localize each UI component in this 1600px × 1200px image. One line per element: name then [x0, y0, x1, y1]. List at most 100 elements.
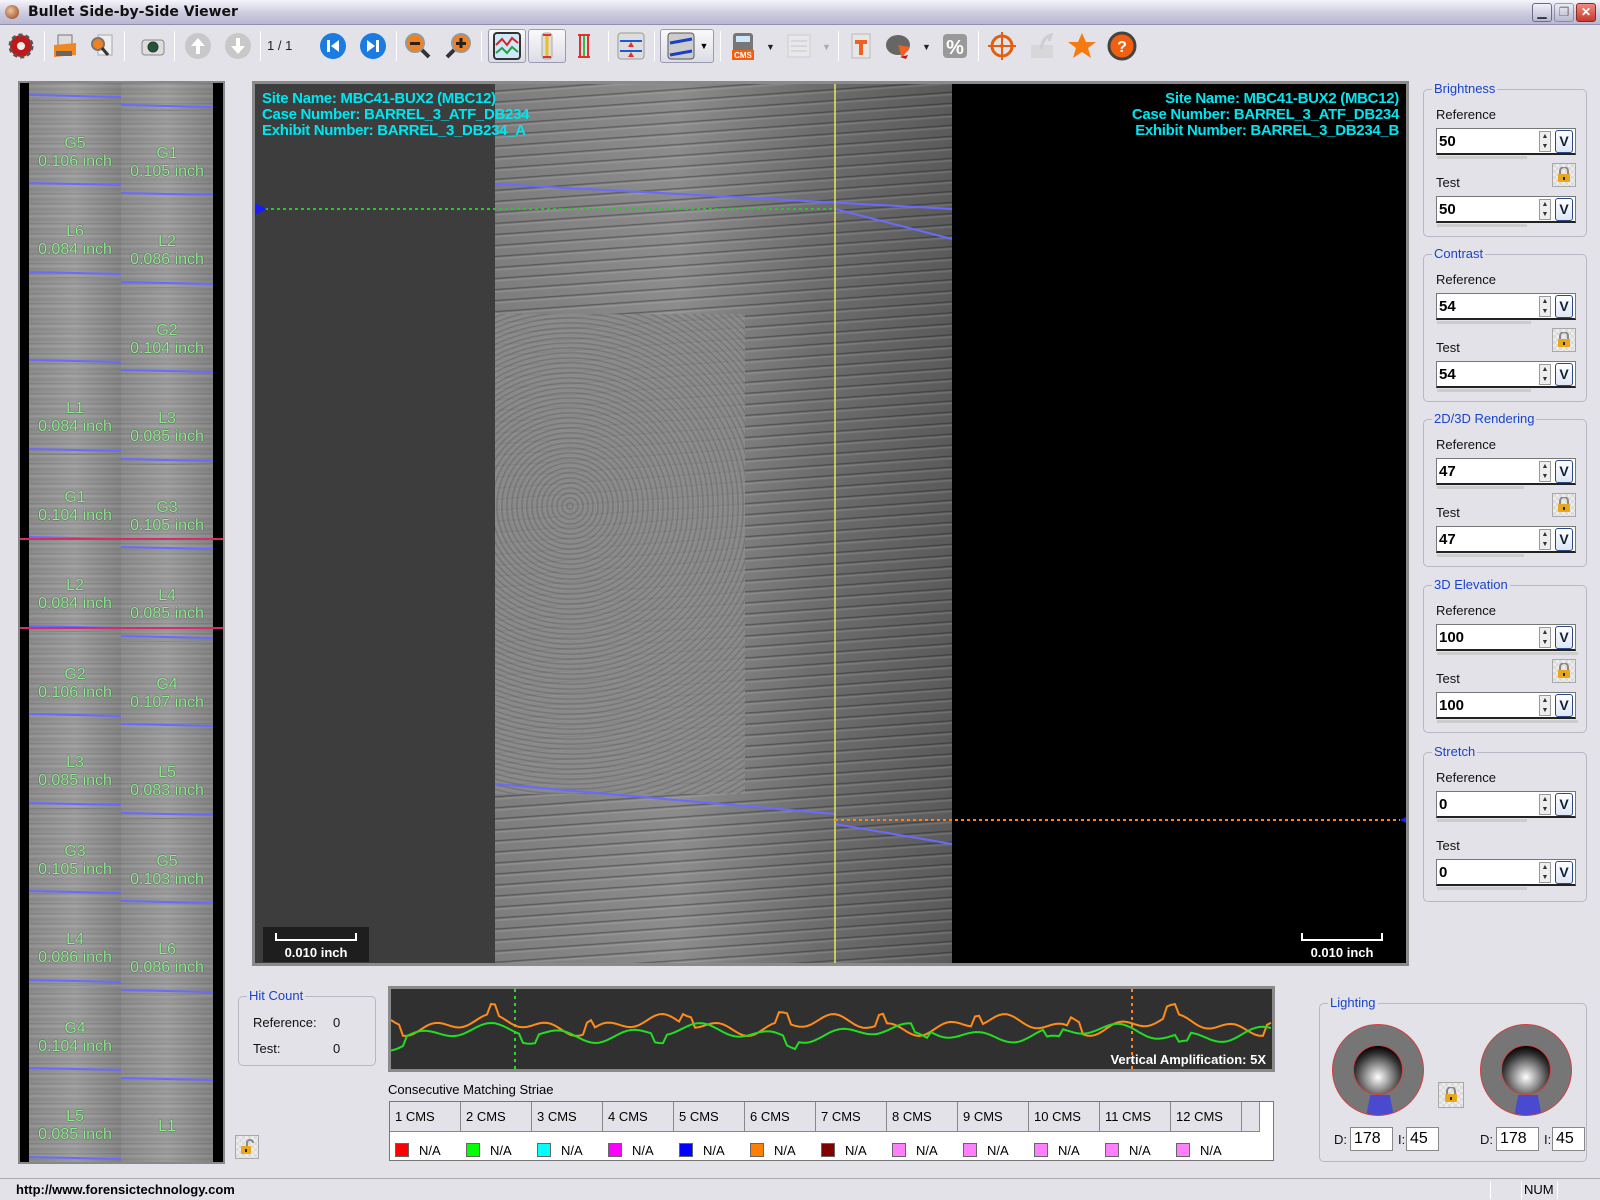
last-page-button[interactable]	[356, 29, 390, 63]
spin-arrows-icon[interactable]: ▲ ▼	[1539, 364, 1551, 385]
cms-column-header[interactable]: 3 CMS	[532, 1102, 603, 1132]
lighting-lock-button[interactable]	[1438, 1082, 1464, 1108]
lines-dropdown-icon[interactable]: ▼	[700, 41, 709, 51]
reference-land-thumbnail[interactable]: L5 0.085 inch	[29, 1074, 121, 1162]
brightness-test-value[interactable]: 50	[1439, 201, 1456, 218]
stretch-test-dropdown-button[interactable]: V	[1555, 861, 1573, 884]
spin-arrows-icon[interactable]: ▲ ▼	[1539, 862, 1551, 883]
single-cursor-toggle[interactable]	[528, 29, 566, 63]
2d-3d-rendering-reference-value[interactable]: 47	[1439, 463, 1456, 480]
thumbnail-lock-button[interactable]	[235, 1135, 259, 1159]
close-button[interactable]: ✕	[1576, 3, 1596, 22]
2d-3d-rendering-lock-button[interactable]	[1552, 493, 1576, 517]
reference-profile-marker-handle[interactable]	[255, 203, 267, 215]
lines-button[interactable]: ▼	[660, 29, 714, 63]
favorite-button[interactable]	[1065, 29, 1099, 63]
cms-color-swatch[interactable]	[1105, 1143, 1119, 1157]
reference-land-thumbnail[interactable]: L2 0.084 inch	[29, 543, 121, 632]
2d-3d-rendering-reference-dropdown-button[interactable]: V	[1555, 460, 1573, 483]
brightness-test-dropdown-button[interactable]: V	[1555, 198, 1573, 221]
cms-column-header[interactable]: 11 CMS	[1100, 1102, 1171, 1132]
settings-button[interactable]	[4, 29, 38, 63]
striae-profile-graph[interactable]: Vertical Amplification: 5X	[388, 986, 1275, 1072]
double-cursor-toggle[interactable]	[568, 29, 602, 63]
contrast-test-dropdown-button[interactable]: V	[1555, 363, 1573, 386]
spin-arrows-icon[interactable]: ▲ ▼	[1539, 529, 1551, 550]
stretch-reference-dropdown-button[interactable]: V	[1555, 793, 1573, 816]
test-land-thumbnail[interactable]: G5 0.103 inch	[121, 818, 213, 908]
test-land-thumbnail[interactable]: L1	[121, 1084, 213, 1162]
cms-color-swatch[interactable]	[537, 1143, 551, 1157]
2d-3d-rendering-test-spinner[interactable]: 47 ▲ ▼ V	[1436, 526, 1576, 557]
3d-elevation-reference-spinner[interactable]: 100 ▲ ▼ V	[1436, 624, 1578, 655]
brightness-reference-spinner[interactable]: 50 ▲ ▼ V	[1436, 128, 1576, 159]
comparison-viewer[interactable]: Site Name: MBC41-BUX2 (MBC12) Case Numbe…	[252, 81, 1409, 966]
print-preview-button[interactable]	[84, 29, 118, 63]
test-light-direction[interactable]	[1514, 1095, 1542, 1115]
reference-intensity-input[interactable]: 45	[1406, 1127, 1439, 1151]
notes-dropdown-icon[interactable]: ▼	[822, 42, 831, 52]
brightness-reference-value[interactable]: 50	[1439, 133, 1456, 150]
align-button[interactable]	[614, 29, 648, 63]
spin-arrows-icon[interactable]: ▲ ▼	[1539, 199, 1551, 220]
cms-color-swatch[interactable]	[1034, 1143, 1048, 1157]
cms-color-swatch[interactable]	[963, 1143, 977, 1157]
3d-elevation-test-value[interactable]: 100	[1439, 697, 1464, 714]
reference-land-thumbnail[interactable]: G4 0.104 inch	[29, 985, 121, 1075]
cms-color-swatch[interactable]	[466, 1143, 480, 1157]
spin-arrows-icon[interactable]: ▲ ▼	[1539, 461, 1551, 482]
cms-column-header[interactable]: 5 CMS	[674, 1102, 745, 1132]
reference-land-thumbnail[interactable]: L3 0.085 inch	[29, 720, 121, 809]
cms-color-swatch[interactable]	[1176, 1143, 1190, 1157]
cms-column-header[interactable]: 8 CMS	[887, 1102, 958, 1132]
profile-graph-toggle[interactable]	[488, 29, 526, 63]
2d-3d-rendering-test-dropdown-button[interactable]: V	[1555, 528, 1573, 551]
cms-column-header[interactable]: 9 CMS	[958, 1102, 1029, 1132]
notes-button[interactable]	[782, 29, 816, 63]
contrast-test-spinner[interactable]: 54 ▲ ▼ V	[1436, 361, 1576, 392]
3d-elevation-lock-button[interactable]	[1552, 659, 1576, 683]
brightness-test-slider[interactable]	[1437, 224, 1527, 227]
stretch-test-value[interactable]: 0	[1439, 864, 1447, 881]
contrast-reference-value[interactable]: 54	[1439, 298, 1456, 315]
spin-arrows-icon[interactable]: ▲ ▼	[1539, 695, 1551, 716]
brightness-lock-button[interactable]	[1552, 163, 1576, 187]
3d-elevation-reference-slider[interactable]	[1437, 652, 1578, 655]
reference-land-thumbnail[interactable]: G1 0.104 inch	[29, 454, 121, 544]
previous-button[interactable]	[181, 29, 215, 63]
stretch-reference-spinner[interactable]: 0 ▲ ▼ V	[1436, 791, 1576, 822]
cms-column-header[interactable]: 10 CMS	[1029, 1102, 1100, 1132]
spin-arrows-icon[interactable]: ▲ ▼	[1539, 627, 1551, 648]
stretch-test-slider[interactable]	[1437, 887, 1527, 890]
test-land-thumbnail[interactable]: L6 0.086 inch	[121, 907, 213, 996]
spin-arrows-icon[interactable]: ▲ ▼	[1539, 794, 1551, 815]
test-land-thumbnail[interactable]: L2 0.086 inch	[121, 199, 213, 288]
2d-3d-rendering-reference-slider[interactable]	[1437, 486, 1524, 489]
test-land-thumbnail[interactable]: G4 0.107 inch	[121, 641, 213, 731]
cms-color-swatch[interactable]	[892, 1143, 906, 1157]
3d-elevation-test-slider[interactable]	[1437, 720, 1578, 723]
zoom-out-button[interactable]	[401, 29, 435, 63]
reference-land-thumbnail[interactable]: G2 0.106 inch	[29, 631, 121, 721]
cms-color-swatch[interactable]	[608, 1143, 622, 1157]
test-land-thumbnail[interactable]: G1 0.105 inch	[121, 110, 213, 200]
cms-color-swatch[interactable]	[750, 1143, 764, 1157]
percent-button[interactable]: %	[938, 29, 972, 63]
2d-3d-rendering-test-value[interactable]: 47	[1439, 531, 1456, 548]
contrast-reference-spinner[interactable]: 54 ▲ ▼ V	[1436, 293, 1576, 324]
brightness-test-spinner[interactable]: 50 ▲ ▼ V	[1436, 196, 1576, 227]
help-button[interactable]: ?	[1105, 29, 1139, 63]
snapshot-button[interactable]	[136, 29, 170, 63]
2d-3d-rendering-test-slider[interactable]	[1437, 554, 1524, 557]
next-button[interactable]	[221, 29, 255, 63]
cms-column-header[interactable]: 2 CMS	[461, 1102, 532, 1132]
test-land-thumbnail[interactable]: L5 0.083 inch	[121, 730, 213, 819]
cms-column-header[interactable]: 7 CMS	[816, 1102, 887, 1132]
reference-land-thumbnail[interactable]	[29, 277, 121, 367]
restore-button[interactable]: ❐	[1554, 3, 1574, 22]
spin-arrows-icon[interactable]: ▲ ▼	[1539, 296, 1551, 317]
contrast-test-slider[interactable]	[1437, 389, 1531, 392]
contrast-reference-slider[interactable]	[1437, 321, 1531, 324]
first-page-button[interactable]	[316, 29, 350, 63]
target-button[interactable]	[985, 29, 1019, 63]
